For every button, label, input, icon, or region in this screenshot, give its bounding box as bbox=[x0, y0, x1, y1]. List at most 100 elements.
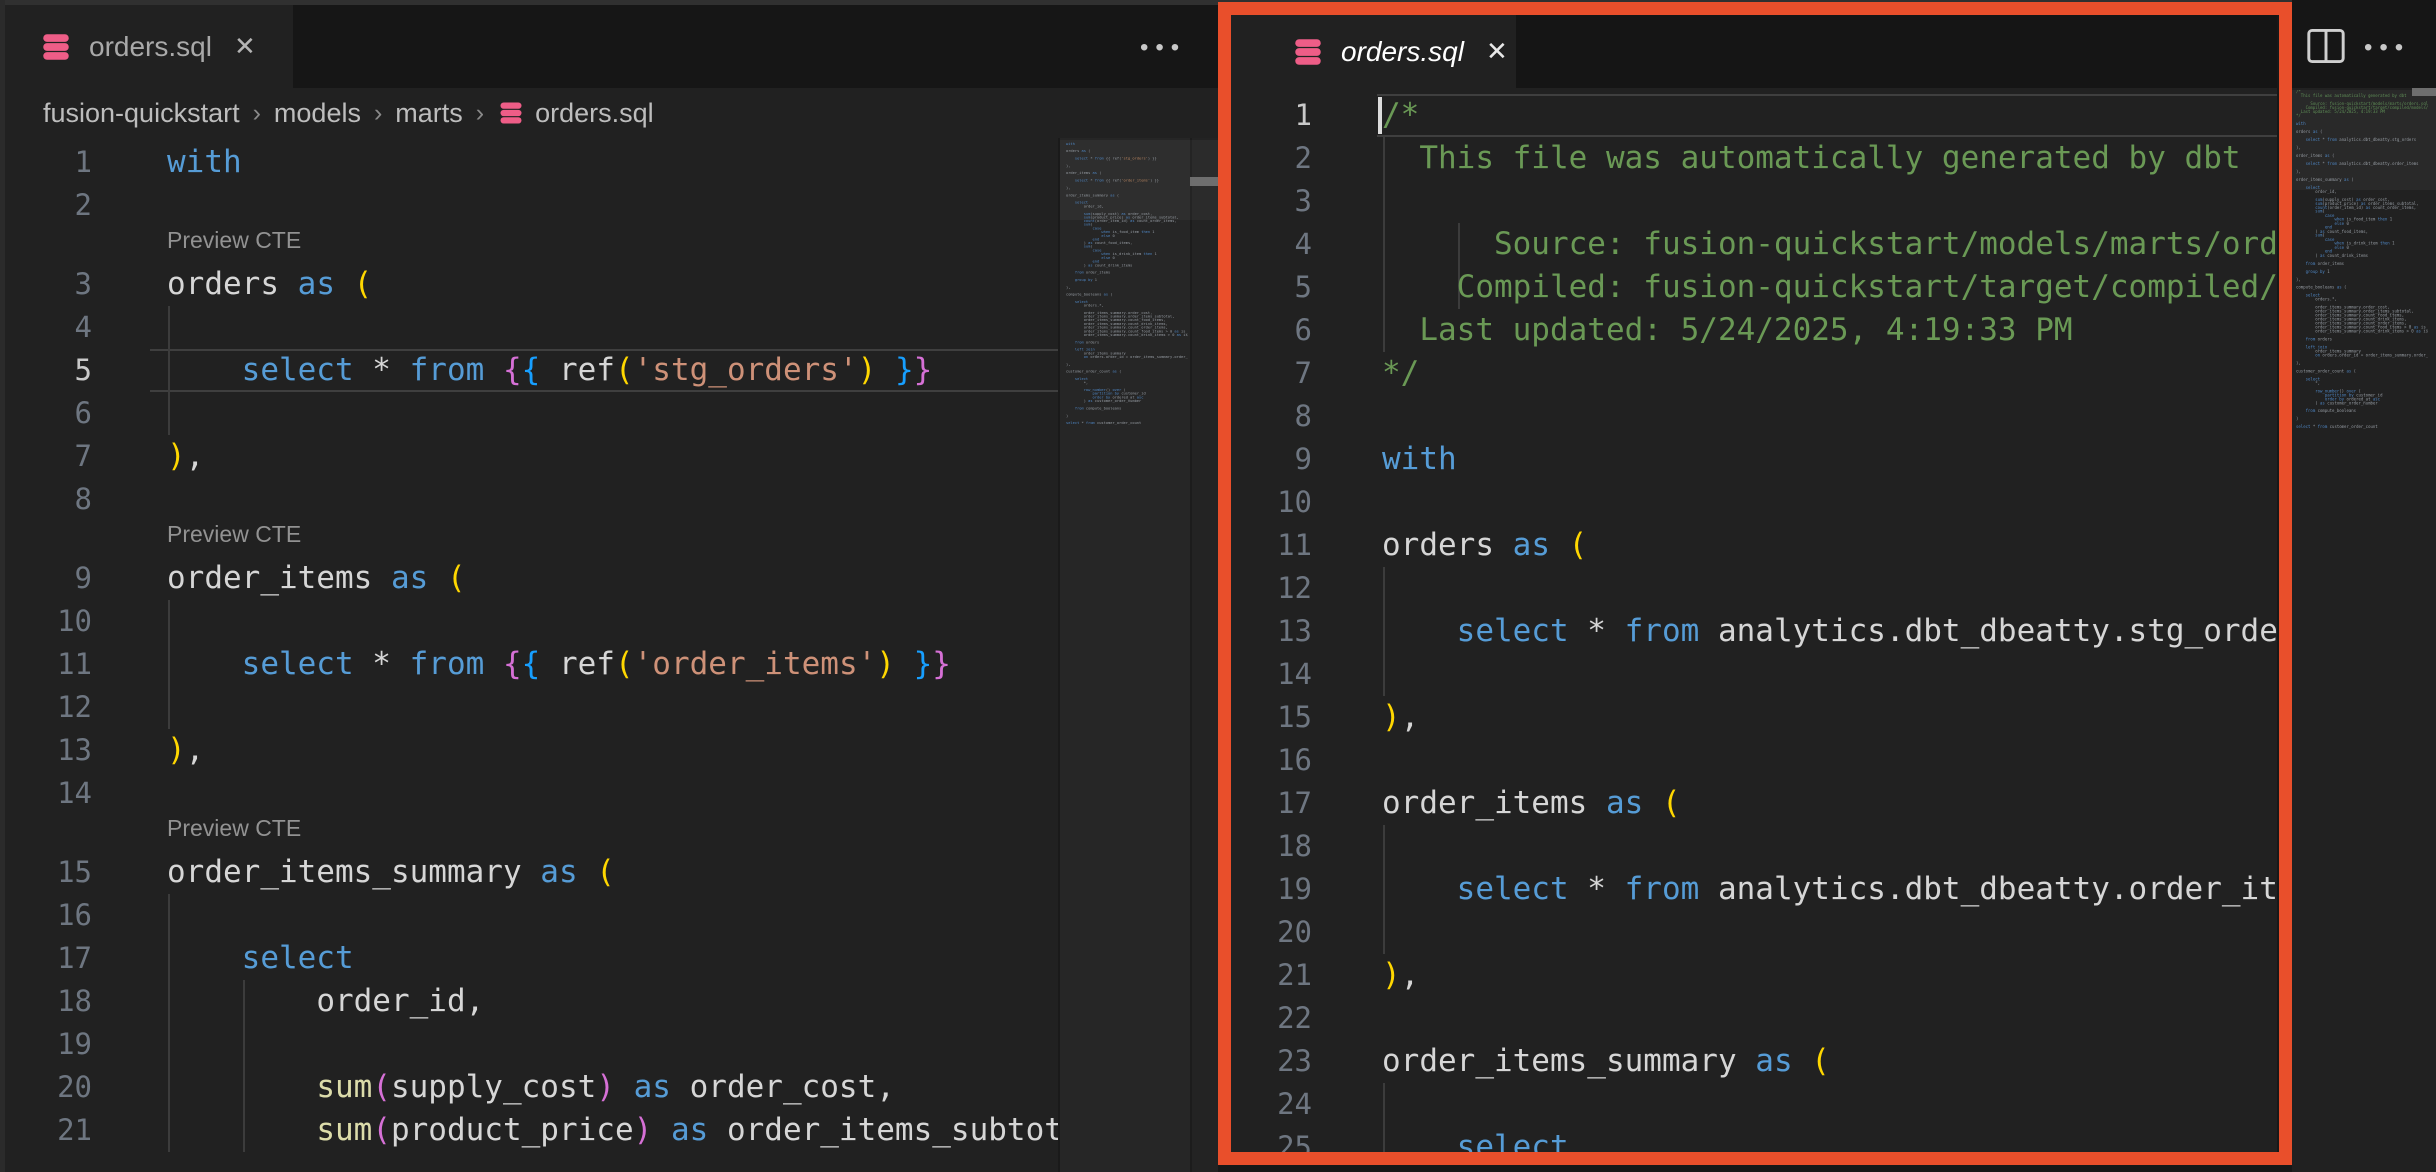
code-line[interactable]: 20 bbox=[1231, 911, 2277, 954]
code-line[interactable]: 13), bbox=[5, 729, 1058, 772]
code-line[interactable]: 17 select bbox=[5, 937, 1058, 980]
code-line[interactable]: 7), bbox=[5, 435, 1058, 478]
code-line[interactable]: 10 bbox=[5, 600, 1058, 643]
code-line[interactable]: 6 bbox=[5, 392, 1058, 435]
breadcrumb-item[interactable]: fusion-quickstart bbox=[43, 98, 240, 129]
line-number: 20 bbox=[5, 1066, 92, 1109]
right-minimap[interactable]: /* This file was automatically generated… bbox=[2296, 90, 2428, 450]
code-line[interactable]: 12 bbox=[1231, 567, 2277, 610]
code-line[interactable]: 8 bbox=[1231, 395, 2277, 438]
split-editor-icon[interactable] bbox=[2306, 28, 2346, 69]
codelens-preview-cte[interactable]: Preview CTE bbox=[167, 227, 301, 254]
left-scrollbar[interactable] bbox=[1190, 138, 1218, 1172]
codelens-preview-cte[interactable]: Preview CTE bbox=[167, 521, 301, 548]
indent-guide bbox=[1383, 911, 1385, 954]
code-line[interactable]: 10 bbox=[1231, 481, 2277, 524]
more-actions-icon[interactable]: ••• bbox=[2364, 34, 2410, 62]
line-number: 13 bbox=[5, 729, 92, 772]
tab-orders-sql-right-preview[interactable]: orders.sql ✕ bbox=[1231, 15, 1518, 88]
left-editor[interactable]: 1with2 Preview CTE 3orders as (45 select *… bbox=[5, 138, 1058, 1172]
database-icon bbox=[1291, 35, 1325, 69]
code-line[interactable]: 5 select * from {{ ref('stg_orders') }} bbox=[5, 349, 1058, 392]
breadcrumb-item[interactable]: models bbox=[274, 98, 361, 129]
code-line[interactable]: 21), bbox=[1231, 954, 2277, 997]
line-number: 6 bbox=[1231, 309, 1312, 352]
indent-guide bbox=[1383, 825, 1385, 868]
right-scrollbar-cursor-marker[interactable] bbox=[2412, 88, 2436, 96]
line-number: 18 bbox=[1231, 825, 1312, 868]
line-number: 7 bbox=[5, 435, 92, 478]
left-scrollbar-cursor-marker[interactable] bbox=[1190, 177, 1218, 186]
indent-guide bbox=[168, 894, 170, 937]
line-number: 20 bbox=[1231, 911, 1312, 954]
code-line[interactable]: 21 sum(product_price) as order_items_sub… bbox=[5, 1109, 1058, 1152]
indent-guide bbox=[168, 1023, 170, 1066]
indent-guide bbox=[1383, 1083, 1385, 1126]
code-line[interactable]: 14 bbox=[1231, 653, 2277, 696]
right-editor[interactable]: 1/*2 This file was automatically generat… bbox=[1231, 88, 2277, 1152]
close-icon[interactable]: ✕ bbox=[1486, 36, 1508, 67]
line-number: 10 bbox=[1231, 481, 1312, 524]
codelens-preview-cte[interactable]: Preview CTE bbox=[167, 815, 301, 842]
code-line[interactable]: 14 bbox=[5, 772, 1058, 815]
code-line[interactable]: 9order_items as ( bbox=[5, 557, 1058, 600]
code-line[interactable]: 3 bbox=[1231, 180, 2277, 223]
code-line[interactable]: 22 bbox=[1231, 997, 2277, 1040]
code-line[interactable]: 23order_items_summary as ( bbox=[1231, 1040, 2277, 1083]
code-line[interactable]: 1with bbox=[5, 141, 1058, 184]
line-number: 15 bbox=[1231, 696, 1312, 739]
code-line[interactable]: 19 bbox=[5, 1023, 1058, 1066]
code-line[interactable]: 1/* bbox=[1231, 94, 2277, 137]
line-number: 7 bbox=[1231, 352, 1312, 395]
code-line[interactable]: 2 bbox=[5, 184, 1058, 227]
breadcrumb-separator: › bbox=[476, 99, 484, 128]
indent-guide bbox=[168, 686, 170, 729]
indent-guide bbox=[1383, 653, 1385, 696]
code-line[interactable]: 6 Last updated: 5/24/2025, 4:19:33 PM bbox=[1231, 309, 2277, 352]
code-line[interactable]: 8 bbox=[5, 478, 1058, 521]
code-line[interactable]: 24 bbox=[1231, 1083, 2277, 1126]
code-line[interactable]: 17order_items as ( bbox=[1231, 782, 2277, 825]
code-line[interactable]: 15), bbox=[1231, 696, 2277, 739]
code-line[interactable]: 2 This file was automatically generated … bbox=[1231, 137, 2277, 180]
code-line[interactable]: 16 bbox=[5, 894, 1058, 937]
current-line-highlight bbox=[1377, 94, 2277, 137]
code-line[interactable]: 3orders as ( bbox=[5, 263, 1058, 306]
editor-actions-more-icon[interactable]: ••• bbox=[1140, 34, 1186, 62]
code-line[interactable]: 7*/ bbox=[1231, 352, 2277, 395]
line-number: 5 bbox=[5, 349, 92, 392]
code-line[interactable]: 11orders as ( bbox=[1231, 524, 2277, 567]
tab-orders-sql-left[interactable]: orders.sql ✕ bbox=[5, 5, 295, 88]
indent-guide bbox=[1383, 180, 1385, 223]
code-line[interactable]: 20 sum(supply_cost) as order_cost, bbox=[5, 1066, 1058, 1109]
close-icon[interactable]: ✕ bbox=[234, 31, 256, 62]
code-line[interactable]: 12 bbox=[5, 686, 1058, 729]
line-number: 2 bbox=[1231, 137, 1312, 180]
line-number: 6 bbox=[5, 392, 92, 435]
line-number: 24 bbox=[1231, 1083, 1312, 1126]
line-number: 11 bbox=[1231, 524, 1312, 567]
code-line[interactable]: 5 Compiled: fusion-quickstart/target/com… bbox=[1231, 266, 2277, 309]
code-line[interactable]: 4 bbox=[5, 306, 1058, 349]
line-number: 13 bbox=[1231, 610, 1312, 653]
line-number: 2 bbox=[5, 184, 92, 227]
line-number: 8 bbox=[5, 478, 92, 521]
breadcrumb-item[interactable]: marts bbox=[395, 98, 463, 129]
code-line[interactable]: 18 bbox=[1231, 825, 2277, 868]
indent-guide bbox=[168, 392, 170, 435]
code-line[interactable]: 25 select bbox=[1231, 1126, 2277, 1152]
breadcrumb-item[interactable]: orders.sql bbox=[535, 98, 654, 129]
line-number: 1 bbox=[5, 141, 92, 184]
left-minimap[interactable]: with orders as ( select * from {{ ref('s… bbox=[1066, 142, 1188, 442]
code-line[interactable]: 16 bbox=[1231, 739, 2277, 782]
code-line[interactable]: 18 order_id, bbox=[5, 980, 1058, 1023]
code-line[interactable]: 19 select * from analytics.dbt_dbeatty.o… bbox=[1231, 868, 2277, 911]
code-line[interactable]: 11 select * from {{ ref('order_items') }… bbox=[5, 643, 1058, 686]
line-number: 9 bbox=[5, 557, 92, 600]
code-line[interactable]: 9with bbox=[1231, 438, 2277, 481]
code-line[interactable]: 15order_items_summary as ( bbox=[5, 851, 1058, 894]
code-line[interactable]: 4 Source: fusion-quickstart/models/marts… bbox=[1231, 223, 2277, 266]
code-line[interactable]: 13 select * from analytics.dbt_dbeatty.s… bbox=[1231, 610, 2277, 653]
line-number: 4 bbox=[5, 306, 92, 349]
sql-file-icon-slot bbox=[39, 30, 73, 64]
